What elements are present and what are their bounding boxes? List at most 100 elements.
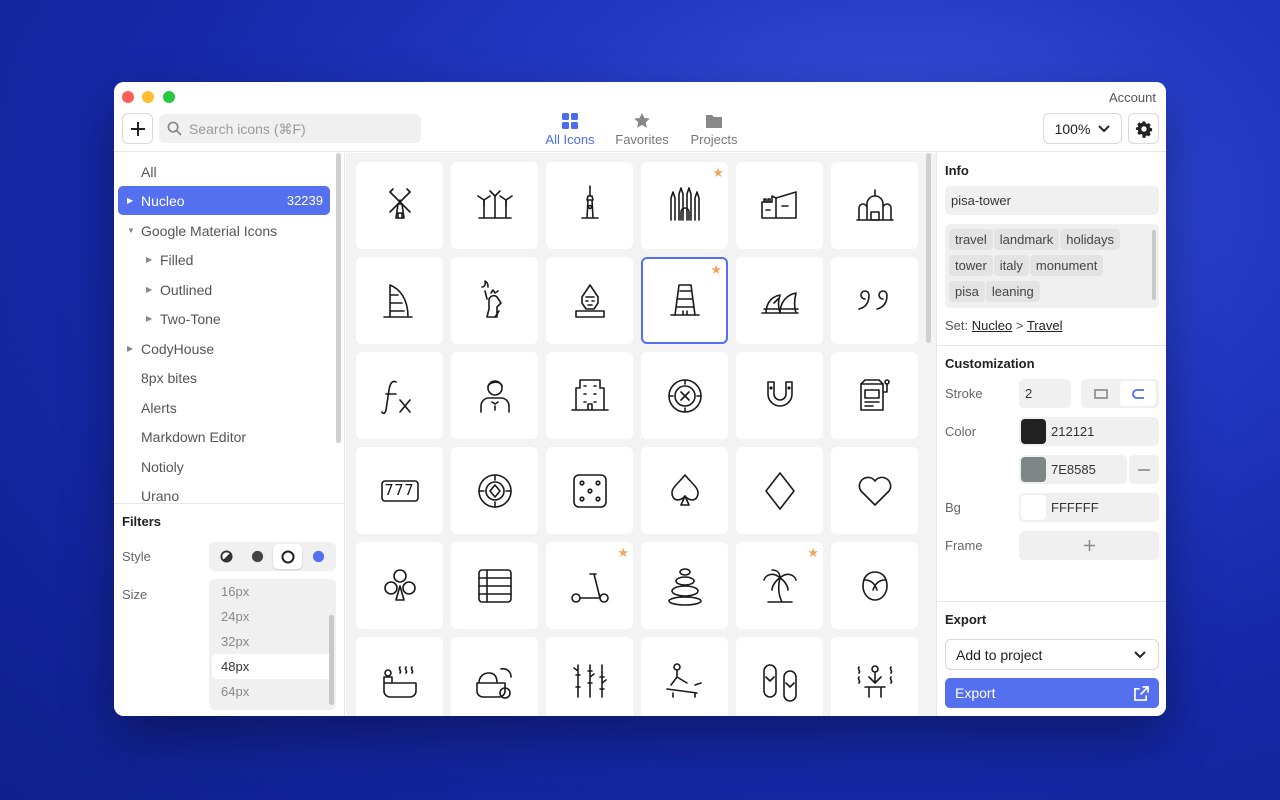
account-link[interactable]: Account [1109, 90, 1156, 105]
icon-cell[interactable] [736, 257, 823, 344]
expand-arrow-icon[interactable]: ▶ [127, 196, 137, 205]
tag[interactable]: holidays [1060, 229, 1120, 250]
icon-cell[interactable] [831, 162, 918, 249]
zoom-select[interactable]: 100% [1043, 113, 1122, 144]
expand-arrow-icon[interactable]: ▶ [146, 314, 156, 323]
tab-favorites[interactable]: Favorites [614, 112, 670, 147]
bg-color-field[interactable]: FFFFFF [1019, 493, 1159, 522]
favorite-star-icon[interactable]: ★ [712, 166, 724, 179]
size-option[interactable]: 16px [212, 579, 333, 604]
icon-cell[interactable] [736, 637, 823, 716]
tag[interactable]: monument [1029, 255, 1104, 276]
sidebar-item-alerts[interactable]: Alerts [118, 393, 330, 422]
sidebar-item-nucleo[interactable]: ▶ Nucleo 32239 [118, 186, 330, 215]
minimize-window-button[interactable] [142, 91, 154, 103]
tag[interactable]: landmark [993, 229, 1060, 250]
expand-arrow-icon[interactable]: ▶ [146, 285, 156, 294]
style-color-option[interactable] [304, 544, 333, 569]
category-link[interactable]: Travel [1027, 318, 1063, 333]
tab-all-icons[interactable]: All Icons [542, 112, 598, 147]
remove-color-button[interactable] [1129, 455, 1159, 484]
sidebar-item-urano[interactable]: Urano [118, 481, 330, 504]
icon-cell[interactable] [831, 542, 918, 629]
icon-cell[interactable] [641, 447, 728, 534]
icon-cell[interactable] [546, 257, 633, 344]
tab-projects[interactable]: Projects [686, 112, 742, 147]
icon-cell[interactable] [356, 637, 443, 716]
sidebar-scrollbar[interactable] [336, 153, 341, 443]
set-link[interactable]: Nucleo [972, 318, 1012, 333]
icon-cell[interactable] [736, 162, 823, 249]
grid-scrollbar[interactable] [926, 153, 931, 343]
icon-cell[interactable]: ★ [641, 162, 728, 249]
search-input[interactable] [189, 120, 409, 137]
icon-cell[interactable] [356, 352, 443, 439]
color2-field[interactable]: 7E8585 [1019, 455, 1127, 484]
favorite-star-icon[interactable]: ★ [710, 263, 722, 276]
tag[interactable]: leaning [985, 281, 1040, 302]
icon-cell[interactable] [546, 162, 633, 249]
export-button[interactable]: Export [945, 678, 1159, 708]
tag[interactable]: pisa [949, 281, 985, 302]
icon-cell[interactable] [736, 352, 823, 439]
icon-cell[interactable] [356, 257, 443, 344]
zoom-window-button[interactable] [163, 91, 175, 103]
color1-field[interactable]: 212121 [1019, 417, 1159, 446]
icon-cell[interactable] [356, 542, 443, 629]
size-option[interactable]: 32px [212, 629, 333, 654]
icon-cell[interactable] [641, 352, 728, 439]
sidebar-item-two-tone[interactable]: ▶ Two-Tone [118, 304, 330, 333]
icon-cell[interactable] [831, 447, 918, 534]
size-option[interactable]: 64px [212, 679, 333, 704]
icon-cell[interactable]: ★ [546, 542, 633, 629]
icon-cell[interactable]: 777 [356, 447, 443, 534]
style-glyph-option[interactable] [212, 544, 241, 569]
icon-cell[interactable] [356, 162, 443, 249]
style-outline-option[interactable] [273, 544, 303, 569]
expand-arrow-icon[interactable]: ▶ [127, 344, 137, 353]
export-target-select[interactable]: Add to project [945, 639, 1159, 670]
favorite-star-icon[interactable]: ★ [807, 546, 819, 559]
sidebar-item-filled[interactable]: ▶ Filled [118, 245, 330, 274]
sidebar-item-8px-bites[interactable]: 8px bites [118, 363, 330, 392]
icon-cell[interactable] [831, 257, 918, 344]
sidebar-item-google-material[interactable]: ▼ Google Material Icons [118, 216, 330, 245]
icon-cell[interactable] [641, 542, 728, 629]
icon-cell[interactable] [546, 637, 633, 716]
icon-cell[interactable] [451, 352, 538, 439]
icon-cell[interactable] [831, 352, 918, 439]
expand-arrow-icon[interactable]: ▶ [146, 255, 156, 264]
sidebar-item-outlined[interactable]: ▶ Outlined [118, 275, 330, 304]
bg-swatch[interactable] [1021, 495, 1046, 520]
icon-name-field[interactable]: pisa-tower [945, 186, 1159, 215]
icon-cell[interactable] [451, 447, 538, 534]
icon-cell[interactable] [736, 447, 823, 534]
icon-cell[interactable] [641, 637, 728, 716]
icon-cell[interactable] [831, 637, 918, 716]
icon-cell[interactable] [451, 542, 538, 629]
icon-cell[interactable]: ★ [641, 257, 728, 344]
icon-cell[interactable] [546, 447, 633, 534]
round-cap-option[interactable] [1120, 381, 1156, 406]
add-button[interactable] [122, 113, 153, 144]
icon-cell[interactable] [451, 637, 538, 716]
color2-swatch[interactable] [1021, 457, 1046, 482]
tag[interactable]: travel [949, 229, 993, 250]
icon-cell[interactable]: ★ [736, 542, 823, 629]
size-option[interactable]: 24px [212, 604, 333, 629]
collapse-arrow-icon[interactable]: ▼ [127, 226, 137, 235]
icon-cell[interactable] [451, 257, 538, 344]
tag[interactable]: tower [949, 255, 993, 276]
butt-cap-option[interactable] [1084, 381, 1118, 406]
search-bar[interactable] [159, 114, 421, 143]
favorite-star-icon[interactable]: ★ [617, 546, 629, 559]
sidebar-item-notioly[interactable]: Notioly [118, 452, 330, 481]
stroke-input[interactable]: 2 [1019, 379, 1071, 408]
icon-cell[interactable] [546, 352, 633, 439]
sidebar-item-markdown-editor[interactable]: Markdown Editor [118, 422, 330, 451]
settings-button[interactable] [1128, 113, 1159, 144]
size-list-scrollbar[interactable] [329, 615, 334, 705]
size-option-selected[interactable]: 48px [212, 654, 333, 679]
close-window-button[interactable] [122, 91, 134, 103]
tag[interactable]: italy [993, 255, 1029, 276]
